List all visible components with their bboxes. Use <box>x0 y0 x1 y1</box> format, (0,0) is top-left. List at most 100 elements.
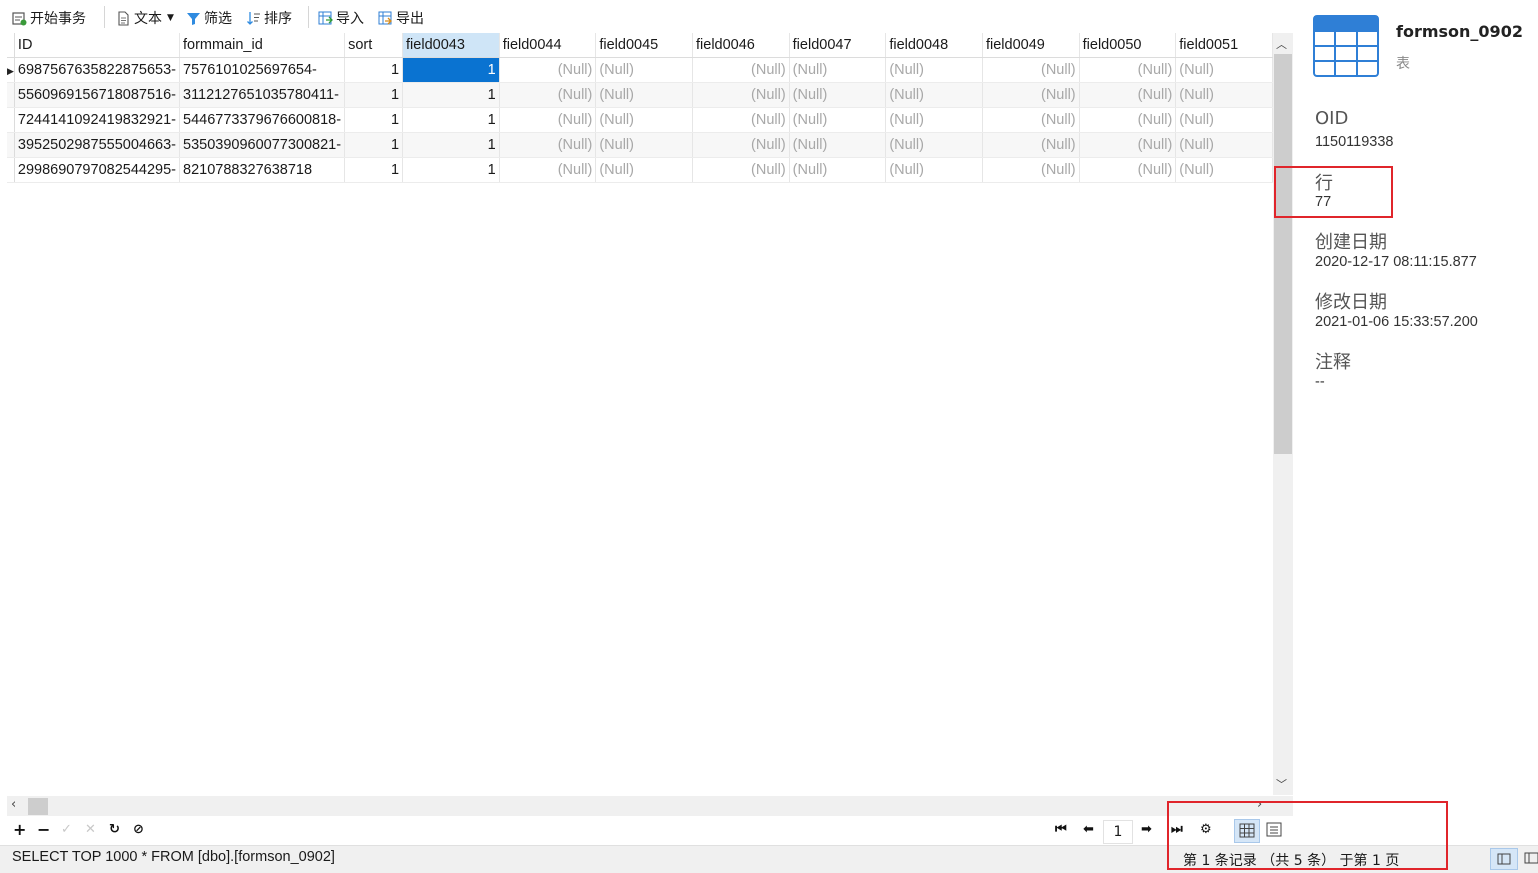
grid-cell[interactable]: -5446773379676600818 <box>179 107 346 133</box>
discard-changes-icon[interactable]: ✕ <box>85 822 96 837</box>
grid-cell[interactable]: (Null) <box>499 82 597 108</box>
scroll-up-icon[interactable]: ︿ <box>1276 36 1287 52</box>
grid-cell[interactable]: (Null) <box>982 132 1080 158</box>
grid-cell[interactable]: (Null) <box>1079 57 1177 83</box>
table-row[interactable]: -5560969156718087516 -3112127651035780411… <box>7 82 1273 108</box>
scroll-left-icon[interactable]: ‹ <box>11 797 16 812</box>
grid-cell[interactable]: (Null) <box>885 107 983 133</box>
refresh-icon[interactable]: ↻ <box>109 822 120 837</box>
toggle-side-panel-button[interactable] <box>1520 848 1538 868</box>
grid-cell[interactable]: -7244141092419832921 <box>14 107 181 133</box>
grid-cell[interactable]: 1 <box>344 82 404 108</box>
horizontal-scrollbar[interactable] <box>7 796 1293 816</box>
grid-cell[interactable]: 1 <box>344 132 404 158</box>
filter-button[interactable]: 筛选 <box>186 7 232 29</box>
table-row[interactable]: -3952502987555004663 -5350390960077300821… <box>7 132 1273 158</box>
column-header-field0044[interactable]: field0044 <box>499 33 597 58</box>
column-header-field0045[interactable]: field0045 <box>595 33 693 58</box>
grid-cell[interactable]: 1 <box>402 57 500 83</box>
grid-cell[interactable]: 8210788327638718 <box>179 157 346 183</box>
grid-cell[interactable]: (Null) <box>1175 57 1273 83</box>
grid-cell[interactable]: (Null) <box>499 132 597 158</box>
column-header-field0048[interactable]: field0048 <box>885 33 983 58</box>
first-page-icon[interactable]: ⏮ <box>1055 822 1067 837</box>
grid-cell[interactable]: (Null) <box>1175 82 1273 108</box>
grid-cell[interactable]: (Null) <box>692 57 790 83</box>
next-page-icon[interactable]: ➡ <box>1141 822 1152 837</box>
column-header-field0046[interactable]: field0046 <box>692 33 790 58</box>
table-row[interactable]: -7244141092419832921 -5446773379676600818… <box>7 107 1273 133</box>
data-grid[interactable]: ID formmain_id sort field0043 field0044 … <box>7 33 1273 795</box>
column-header-field0047[interactable]: field0047 <box>789 33 887 58</box>
previous-page-icon[interactable]: ⬅ <box>1083 822 1094 837</box>
begin-transaction-button[interactable]: 开始事务 <box>12 7 86 29</box>
grid-cell[interactable]: (Null) <box>692 82 790 108</box>
grid-cell[interactable]: -5560969156718087516 <box>14 82 181 108</box>
text-button[interactable]: 文本 ▼ <box>116 7 174 29</box>
row-header[interactable]: ▶ <box>7 57 15 83</box>
grid-cell[interactable]: -2998690797082544295 <box>14 157 181 183</box>
column-header-id[interactable]: ID <box>14 33 181 58</box>
apply-changes-icon[interactable]: ✓ <box>61 822 72 837</box>
grid-cell[interactable]: -3112127651035780411 <box>179 82 346 108</box>
grid-cell[interactable]: (Null) <box>982 157 1080 183</box>
grid-cell[interactable]: (Null) <box>789 157 887 183</box>
grid-cell[interactable]: (Null) <box>1079 82 1177 108</box>
export-button[interactable]: 导出 <box>378 7 424 29</box>
grid-cell[interactable]: (Null) <box>499 107 597 133</box>
grid-cell[interactable]: 1 <box>402 132 500 158</box>
toggle-panel-button[interactable] <box>1490 848 1518 870</box>
stop-icon[interactable]: ⊘ <box>133 822 144 837</box>
grid-cell[interactable]: (Null) <box>692 157 790 183</box>
row-header[interactable] <box>7 132 15 158</box>
grid-cell[interactable]: (Null) <box>1175 157 1273 183</box>
grid-cell[interactable]: (Null) <box>595 57 693 83</box>
table-row[interactable]: ▶ -6987567635822875653 -7576101025697654 1 1… <box>7 57 1273 83</box>
row-header[interactable] <box>7 157 15 183</box>
grid-cell[interactable]: (Null) <box>595 107 693 133</box>
grid-cell[interactable]: (Null) <box>1079 132 1177 158</box>
grid-cell[interactable]: (Null) <box>789 82 887 108</box>
scroll-down-icon[interactable]: ﹀ <box>1276 776 1287 792</box>
column-header-field0051[interactable]: field0051 <box>1175 33 1273 58</box>
grid-cell[interactable]: (Null) <box>1079 107 1177 133</box>
column-header-formmain-id[interactable]: formmain_id <box>179 33 346 58</box>
grid-cell[interactable]: (Null) <box>1175 132 1273 158</box>
grid-cell[interactable]: -5350390960077300821 <box>179 132 346 158</box>
column-header-sort[interactable]: sort <box>344 33 404 58</box>
table-row[interactable]: -2998690797082544295 8210788327638718 1 1 (N… <box>7 157 1273 183</box>
grid-cell[interactable]: (Null) <box>885 82 983 108</box>
grid-cell[interactable]: (Null) <box>982 82 1080 108</box>
grid-cell[interactable]: (Null) <box>789 107 887 133</box>
sort-button[interactable]: 排序 <box>246 7 292 29</box>
row-header[interactable] <box>7 82 15 108</box>
grid-cell[interactable]: (Null) <box>1175 107 1273 133</box>
delete-record-icon[interactable]: − <box>37 820 50 839</box>
column-header-field0050[interactable]: field0050 <box>1079 33 1177 58</box>
row-header[interactable] <box>7 107 15 133</box>
page-number-field[interactable]: 1 <box>1103 820 1133 844</box>
grid-cell[interactable]: 1 <box>344 107 404 133</box>
import-button[interactable]: 导入 <box>318 7 364 29</box>
grid-cell[interactable]: (Null) <box>499 57 597 83</box>
grid-cell[interactable]: 1 <box>344 157 404 183</box>
add-record-icon[interactable]: + <box>13 820 26 839</box>
grid-cell[interactable]: -6987567635822875653 <box>14 57 181 83</box>
grid-cell[interactable]: (Null) <box>692 132 790 158</box>
grid-cell[interactable]: 1 <box>402 82 500 108</box>
grid-cell[interactable]: (Null) <box>885 157 983 183</box>
column-header-field0043[interactable]: field0043 <box>402 33 500 58</box>
grid-cell[interactable]: (Null) <box>885 57 983 83</box>
grid-cell[interactable]: (Null) <box>982 57 1080 83</box>
grid-cell[interactable]: (Null) <box>595 82 693 108</box>
grid-cell[interactable]: (Null) <box>789 132 887 158</box>
grid-cell[interactable]: (Null) <box>595 157 693 183</box>
grid-cell[interactable]: (Null) <box>885 132 983 158</box>
horizontal-scrollbar-thumb[interactable] <box>28 798 48 815</box>
grid-cell[interactable]: (Null) <box>499 157 597 183</box>
grid-cell[interactable]: (Null) <box>595 132 693 158</box>
column-header-field0049[interactable]: field0049 <box>982 33 1080 58</box>
grid-cell[interactable]: -7576101025697654 <box>179 57 346 83</box>
grid-cell[interactable]: (Null) <box>692 107 790 133</box>
grid-cell[interactable]: (Null) <box>789 57 887 83</box>
